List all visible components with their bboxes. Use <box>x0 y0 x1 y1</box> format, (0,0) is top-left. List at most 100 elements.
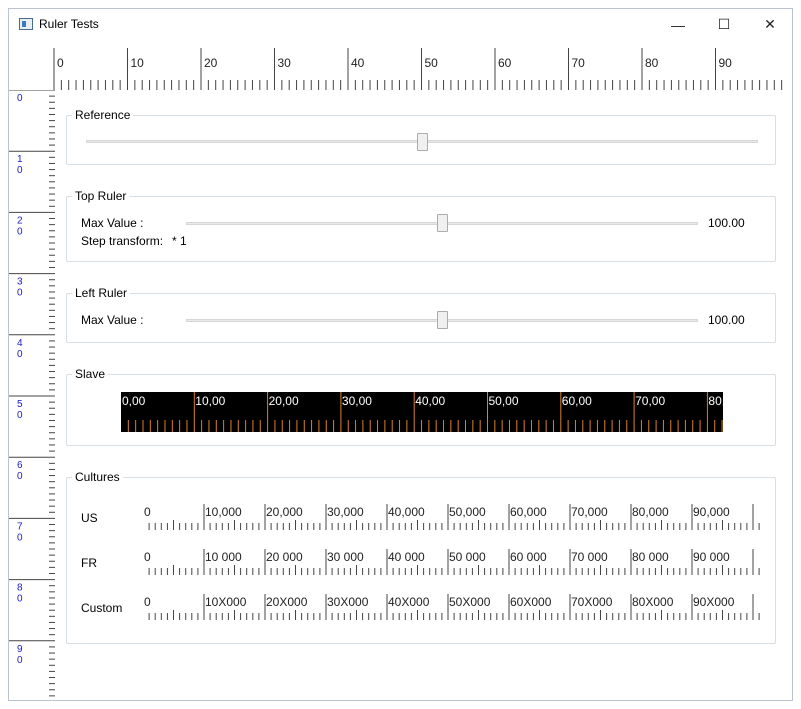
step-transform-label: Step transform: <box>81 234 164 248</box>
culture-label: 80,000 <box>632 505 669 519</box>
culture-label: 90,000 <box>693 505 730 519</box>
window-title: Ruler Tests <box>39 17 99 31</box>
left-ruler-label: 0 <box>17 226 23 237</box>
left-ruler-label: 9 <box>17 644 23 655</box>
culture-label: 90 000 <box>693 550 730 564</box>
top-max-value-label: Max Value : <box>81 216 144 230</box>
culture-label: 10X000 <box>205 595 247 609</box>
left-ruler-label: 7 <box>17 521 23 532</box>
culture-label: 0 <box>144 505 151 519</box>
top-ruler-label: 30 <box>278 56 292 70</box>
slave-label: 80, <box>708 394 723 408</box>
app-icon <box>19 18 33 30</box>
top-max-value-slider-thumb[interactable] <box>437 214 448 232</box>
top-ruler-label: 40 <box>351 56 365 70</box>
maximize-button[interactable]: ☐ <box>701 9 747 40</box>
left-ruler-label: 0 <box>17 93 23 104</box>
culture-label: 0 <box>144 550 151 564</box>
top-ruler-label: 60 <box>498 56 512 70</box>
left-ruler-label: 5 <box>17 399 23 410</box>
left-ruler-label: 8 <box>17 583 23 594</box>
culture-label: 60 000 <box>510 550 547 564</box>
cultures-group: Cultures US 0 10,000 20,000 30,000 40,000 50,… <box>66 470 776 644</box>
left-ruler-label: 0 <box>17 594 23 605</box>
culture-label: 20X000 <box>266 595 308 609</box>
reference-slider-thumb[interactable] <box>417 133 428 151</box>
culture-label: 0 <box>144 595 151 609</box>
culture-us-label: US <box>81 511 98 525</box>
left-ruler-label: 6 <box>17 460 23 471</box>
left-ruler-label: 2 <box>17 215 23 226</box>
culture-label: 20,000 <box>266 505 303 519</box>
slave-label: 20,00 <box>269 394 299 408</box>
culture-label: 60,000 <box>510 505 547 519</box>
top-ruler: 0 10 20 30 40 50 60 70 80 90 <box>53 48 783 90</box>
left-ruler: 0102030405060708090 <box>9 90 55 697</box>
left-max-value-slider-thumb[interactable] <box>437 311 448 329</box>
culture-fr-label: FR <box>81 556 97 570</box>
top-max-value: 100.00 <box>708 216 745 230</box>
slave-label: 10,00 <box>195 394 225 408</box>
top-ruler-label: 10 <box>131 56 145 70</box>
slave-group: Slave 0,00 10,00 20,00 30,00 40,00 50,00 60,00… <box>66 367 776 446</box>
top-ruler-label: 20 <box>204 56 218 70</box>
step-transform-value: * 1 <box>172 234 187 248</box>
top-ruler-label: 80 <box>645 56 659 70</box>
culture-fr-ruler: 0 10 000 20 000 30 000 40 000 50 000 60 000 70 … <box>144 549 760 575</box>
culture-label: 40,000 <box>388 505 425 519</box>
slave-label: 70,00 <box>635 394 665 408</box>
slave-ruler: 0,00 10,00 20,00 30,00 40,00 50,00 60,00 70,00 8… <box>121 392 723 432</box>
slave-label: 30,00 <box>342 394 372 408</box>
culture-label: 80 000 <box>632 550 669 564</box>
minimize-button[interactable]: — <box>655 9 701 40</box>
slave-label: 60,00 <box>562 394 592 408</box>
culture-label: 80X000 <box>632 595 674 609</box>
left-ruler-label: 0 <box>17 410 23 421</box>
top-ruler-header: Top Ruler <box>72 189 130 203</box>
culture-custom-ruler: 0 10X000 20X000 30X000 40X000 50X000 60X000 70X… <box>144 594 760 620</box>
culture-label: 40 000 <box>388 550 425 564</box>
main-window: Ruler Tests — ☐ ✕ 0 10 20 30 40 50 60 70 80 90 01… <box>8 8 793 701</box>
top-ruler-label: 0 <box>57 56 64 70</box>
slave-header: Slave <box>72 367 109 381</box>
top-ruler-label: 90 <box>719 56 733 70</box>
slave-label: 50,00 <box>489 394 519 408</box>
culture-label: 60X000 <box>510 595 552 609</box>
culture-label: 50X000 <box>449 595 491 609</box>
close-button[interactable]: ✕ <box>747 9 793 40</box>
left-ruler-label: 0 <box>17 165 23 176</box>
culture-label: 90X000 <box>693 595 735 609</box>
left-ruler-label: 4 <box>17 338 23 349</box>
culture-label: 20 000 <box>266 550 303 564</box>
culture-label: 30,000 <box>327 505 364 519</box>
left-ruler-label: 1 <box>17 154 23 165</box>
left-ruler-label: 0 <box>17 288 23 299</box>
culture-label: 10 000 <box>205 550 242 564</box>
culture-label: 30 000 <box>327 550 364 564</box>
reference-group: Reference <box>66 108 776 165</box>
top-ruler-label: 70 <box>572 56 586 70</box>
culture-custom-label: Custom <box>81 601 123 615</box>
culture-label: 40X000 <box>388 595 430 609</box>
left-max-value-label: Max Value : <box>81 313 144 327</box>
left-ruler-label: 0 <box>17 532 23 543</box>
top-ruler-group: Top Ruler Max Value : 100.00 Step transf… <box>66 189 776 262</box>
culture-label: 10,000 <box>205 505 242 519</box>
left-max-value: 100.00 <box>708 313 745 327</box>
reference-header: Reference <box>72 108 134 122</box>
culture-label: 50 000 <box>449 550 486 564</box>
title-bar[interactable]: Ruler Tests — ☐ ✕ <box>9 9 792 40</box>
left-ruler-label: 0 <box>17 471 23 482</box>
slave-label: 40,00 <box>415 394 445 408</box>
culture-label: 70 000 <box>571 550 608 564</box>
culture-us-ruler: 0 10,000 20,000 30,000 40,000 50,000 60,000 70,… <box>144 504 760 530</box>
culture-label: 50,000 <box>449 505 486 519</box>
left-ruler-label: 3 <box>17 277 23 288</box>
left-ruler-label: 0 <box>17 349 23 360</box>
culture-label: 70X000 <box>571 595 613 609</box>
culture-label: 70,000 <box>571 505 608 519</box>
slave-label: 0,00 <box>122 394 146 408</box>
cultures-header: Cultures <box>72 470 123 484</box>
left-ruler-label: 0 <box>17 655 23 666</box>
top-ruler-label: 50 <box>425 56 439 70</box>
